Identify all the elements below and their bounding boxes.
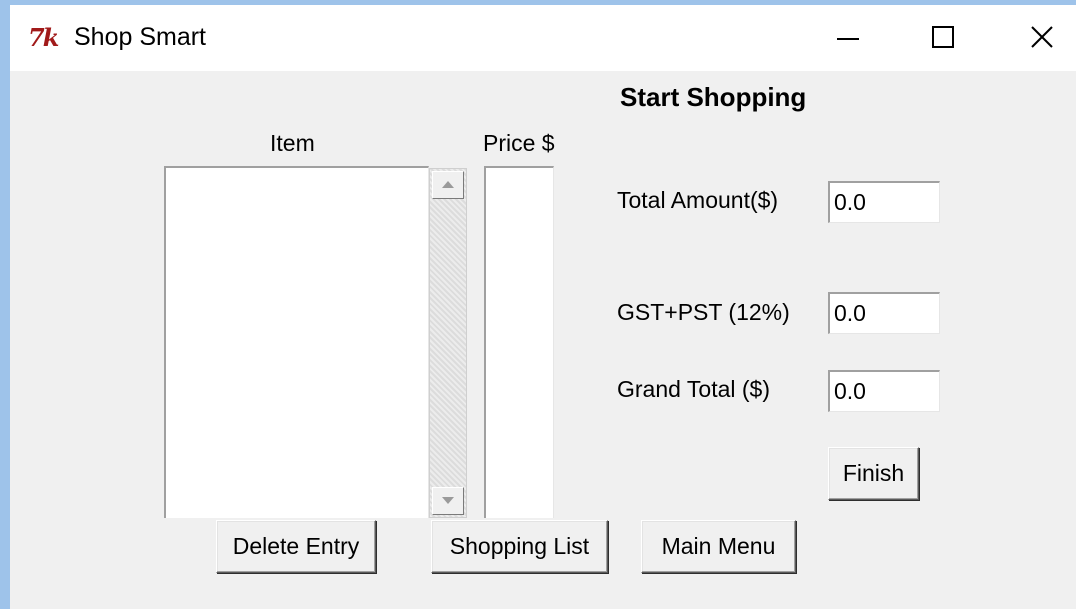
minimize-button[interactable] — [828, 17, 868, 57]
price-listbox[interactable] — [484, 166, 554, 518]
tk-feather-icon: 7k — [28, 23, 59, 52]
page-heading: Start Shopping — [620, 82, 807, 112]
maximize-icon — [932, 26, 954, 48]
tax-label: GST+PST (12%) — [617, 299, 790, 325]
scroll-down-button[interactable] — [432, 487, 464, 515]
tax-field[interactable] — [828, 292, 940, 334]
total-amount-field[interactable] — [828, 181, 940, 223]
minimize-icon — [837, 38, 859, 40]
close-button[interactable] — [1022, 17, 1062, 57]
close-icon — [1031, 26, 1053, 48]
item-listbox[interactable] — [164, 166, 429, 518]
arrow-down-icon — [442, 497, 454, 504]
finish-button[interactable]: Finish — [828, 447, 919, 500]
grand-total-label: Grand Total ($) — [617, 376, 770, 402]
arrow-up-icon — [442, 181, 454, 188]
maximize-button[interactable] — [923, 17, 963, 57]
title-bar: 7k Shop Smart — [10, 5, 1076, 71]
item-list-scrollbar[interactable] — [429, 168, 467, 518]
delete-entry-button[interactable]: Delete Entry — [216, 520, 376, 573]
window-title: Shop Smart — [74, 23, 207, 51]
scroll-up-button[interactable] — [432, 171, 464, 199]
total-amount-label: Total Amount($) — [617, 187, 779, 213]
shopping-list-button[interactable]: Shopping List — [431, 520, 608, 573]
item-column-header: Item — [270, 130, 315, 156]
app-window: 7k Shop Smart Start Shopping Item Price … — [10, 5, 1076, 609]
grand-total-field[interactable] — [828, 370, 940, 412]
price-column-header: Price $ — [483, 130, 555, 156]
main-menu-button[interactable]: Main Menu — [641, 520, 796, 573]
